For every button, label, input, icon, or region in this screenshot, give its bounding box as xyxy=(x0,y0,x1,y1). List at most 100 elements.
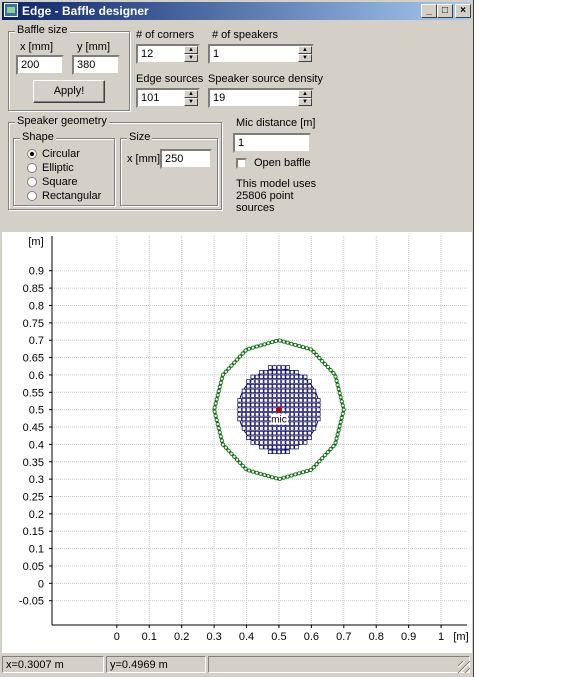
edge-source-point xyxy=(304,346,309,351)
speaker-source-point xyxy=(268,379,273,384)
speaker-source-point xyxy=(289,384,295,389)
spin-up-icon[interactable]: ▲ xyxy=(184,46,198,54)
edge-source-point xyxy=(229,451,234,456)
x-tick-label: 0.6 xyxy=(304,631,319,643)
baffle-x-input[interactable]: 200 xyxy=(16,55,64,75)
speaker-source-point xyxy=(289,440,295,445)
edge-source-point xyxy=(337,424,342,429)
speaker-source-point xyxy=(298,393,303,398)
speaker-source-point xyxy=(263,388,268,394)
speaker-source-point xyxy=(276,374,282,379)
speakers-spinner[interactable]: 1 ▲ ▼ xyxy=(208,44,314,64)
spin-up-icon[interactable]: ▲ xyxy=(184,90,198,98)
spin-up-icon[interactable]: ▲ xyxy=(298,46,312,54)
speaker-source-point xyxy=(272,426,277,431)
size-x-input[interactable]: 250 xyxy=(160,149,212,169)
app-icon[interactable] xyxy=(4,3,18,17)
radio-rectangular[interactable] xyxy=(27,191,37,201)
source-density-spinner[interactable]: 19 ▲ ▼ xyxy=(208,88,314,108)
y-tick-label: -0.05 xyxy=(19,596,44,608)
edge-source-point xyxy=(214,397,219,402)
speaker-source-point xyxy=(276,398,282,403)
speaker-source-point xyxy=(263,440,268,445)
edge-source-point xyxy=(240,463,245,468)
speaker-source-point xyxy=(307,379,312,384)
speaker-source-point xyxy=(246,393,251,398)
speaker-source-point xyxy=(298,435,303,440)
mic-distance-input[interactable]: 1 xyxy=(233,133,311,153)
spin-down-icon[interactable]: ▼ xyxy=(184,98,198,106)
baffle-y-input[interactable]: 380 xyxy=(72,55,120,75)
edge-source-point xyxy=(336,428,341,433)
radio-elliptic[interactable] xyxy=(27,163,37,173)
speaker-source-point xyxy=(285,445,290,450)
speaker-source-point xyxy=(259,388,264,394)
speaker-source-point xyxy=(272,365,277,370)
resize-grip-icon[interactable] xyxy=(458,661,470,673)
speaker-source-point xyxy=(294,430,299,436)
speaker-source-point xyxy=(246,435,251,440)
speaker-source-point xyxy=(294,426,299,431)
speaker-source-point xyxy=(285,398,290,403)
edge-source-point xyxy=(281,339,286,344)
speaker-source-point xyxy=(254,388,260,394)
speaker-source-point xyxy=(254,379,260,384)
speaker-source-point xyxy=(276,365,282,370)
speaker-source-point xyxy=(250,421,255,426)
baffle-plot[interactable]: 0 0.1 0.2 0.3 0.4 0.5 0.6 0.7 0.8 0.9 1 0.9 0.85 0.8 0… xyxy=(2,232,472,653)
speaker-source-point xyxy=(276,426,282,431)
spin-up-icon[interactable]: ▲ xyxy=(298,90,312,98)
x-tick-label: 1 xyxy=(438,631,444,643)
close-button[interactable]: × xyxy=(455,4,471,18)
spin-down-icon[interactable]: ▼ xyxy=(298,54,312,62)
x-tick-label: 0.2 xyxy=(174,631,189,643)
speaker-source-point xyxy=(276,435,282,440)
edge-source-point xyxy=(297,344,302,349)
edge-source-point xyxy=(270,475,275,480)
speaker-source-point xyxy=(259,440,264,445)
baffle-chart[interactable]: 0 0.1 0.2 0.3 0.4 0.5 0.6 0.7 0.8 0.9 1 0.9 0.85 0.8 0… xyxy=(2,232,472,653)
open-baffle-label[interactable]: Open baffle xyxy=(254,157,311,169)
edge-source-point xyxy=(219,376,224,381)
edge-source-point xyxy=(325,365,330,370)
speaker-source-point xyxy=(250,426,255,431)
y-coordinate-readout: y=0.4969 m xyxy=(106,656,206,673)
speaker-source-point xyxy=(250,402,255,408)
edge-source-point xyxy=(281,475,286,480)
open-baffle-checkbox[interactable] xyxy=(236,158,247,169)
spin-down-icon[interactable]: ▼ xyxy=(184,54,198,62)
edge-source-point xyxy=(289,473,294,478)
speaker-source-point xyxy=(281,393,286,398)
spin-down-icon[interactable]: ▼ xyxy=(298,98,312,106)
corners-spinner[interactable]: 12 ▲ ▼ xyxy=(136,44,200,64)
title-bar[interactable]: Edge - Baffle designer _ □ × xyxy=(2,2,471,20)
speaker-source-point xyxy=(263,407,268,412)
edge-source-point xyxy=(289,341,294,346)
speaker-source-point xyxy=(298,407,303,412)
speaker-source-point xyxy=(241,407,247,412)
minimize-button[interactable]: _ xyxy=(421,4,437,18)
speaker-source-point xyxy=(311,412,317,417)
edge-source-point xyxy=(270,340,275,345)
edge-source-point xyxy=(340,403,345,408)
edge-sources-label: Edge sources xyxy=(136,73,204,85)
speaker-source-point xyxy=(298,374,303,379)
shape-legend: Shape xyxy=(20,131,56,143)
edge-sources-spinner[interactable]: 101 ▲ ▼ xyxy=(136,88,200,108)
y-tick-label: 0.75 xyxy=(23,318,44,330)
speaker-source-point xyxy=(272,449,277,455)
speaker-source-point xyxy=(289,398,295,403)
speaker-source-point xyxy=(259,430,264,436)
speaker-source-point xyxy=(250,440,255,445)
edge-source-point xyxy=(328,447,333,452)
speaker-source-point xyxy=(237,407,242,412)
baffle-size-legend: Baffle size xyxy=(15,24,70,36)
radio-square[interactable] xyxy=(27,177,37,187)
speaker-source-point xyxy=(285,430,290,436)
speaker-source-point xyxy=(272,430,277,436)
apply-button[interactable]: Apply! xyxy=(33,80,105,103)
speaker-source-point xyxy=(241,426,247,431)
maximize-button[interactable]: □ xyxy=(437,4,453,18)
radio-circular[interactable] xyxy=(27,149,37,159)
edge-source-point xyxy=(285,340,290,345)
